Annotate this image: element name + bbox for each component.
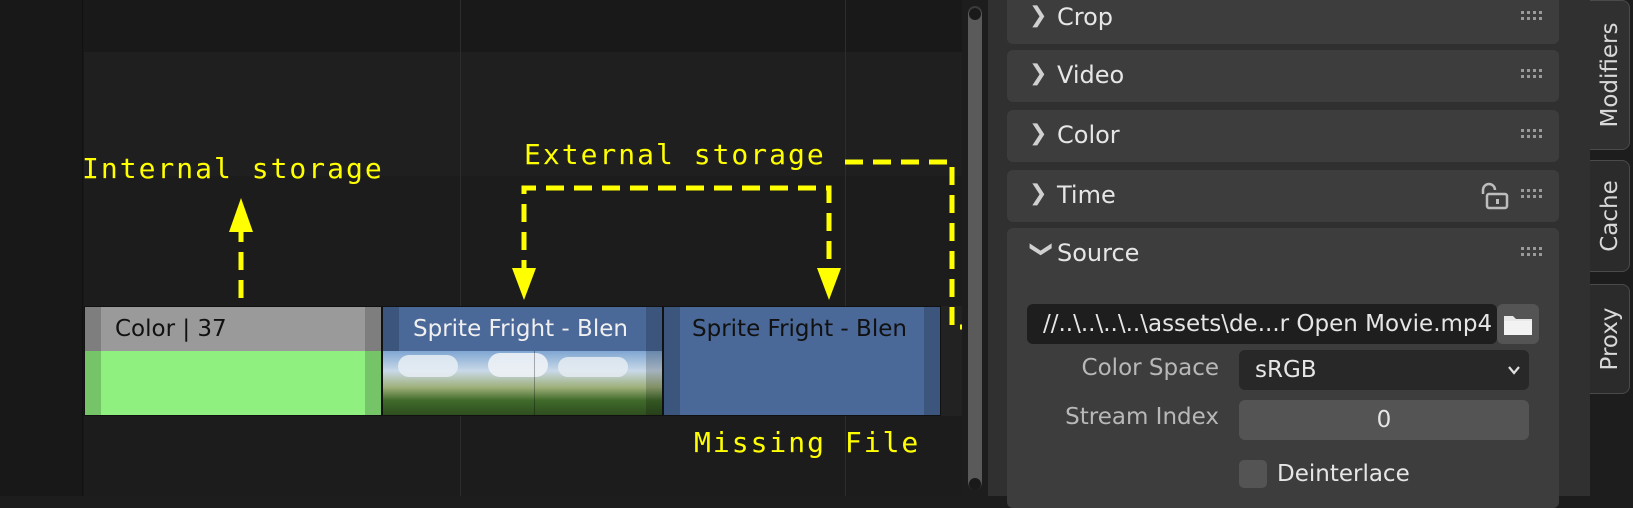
- tab-proxy[interactable]: Proxy: [1590, 284, 1630, 394]
- properties-tab-bar: Modifiers Cache Proxy: [1590, 0, 1633, 496]
- color-space-value: sRGB: [1255, 357, 1317, 383]
- chevron-down-icon: [1508, 366, 1520, 375]
- deinterlace-label: Deinterlace: [1277, 461, 1410, 487]
- stream-index-field[interactable]: 0: [1239, 400, 1529, 440]
- tab-modifiers[interactable]: Modifiers: [1590, 0, 1630, 150]
- panel-title: Source: [1057, 239, 1140, 267]
- file-browse-button[interactable]: [1497, 304, 1539, 344]
- arrow-external-bracket: [521, 185, 832, 278]
- chevron-right-icon: ❯: [1029, 61, 1048, 86]
- drag-grip-icon[interactable]: [1521, 69, 1547, 81]
- tab-label: Cache: [1596, 180, 1623, 252]
- drag-grip-icon[interactable]: [1521, 11, 1547, 23]
- panel-title: Time: [1057, 181, 1116, 209]
- tab-cache[interactable]: Cache: [1590, 160, 1630, 272]
- panel-crop[interactable]: ❯ Crop: [1007, 0, 1559, 44]
- drag-grip-icon[interactable]: [1521, 129, 1547, 141]
- stream-index-label: Stream Index: [1065, 404, 1219, 430]
- panel-color[interactable]: ❯ Color: [1007, 110, 1559, 162]
- arrowhead-down: [512, 268, 536, 300]
- panel-title: Crop: [1057, 3, 1114, 31]
- sequencer-timeline[interactable]: Color | 37 Sprite Fright - Blen Sprite F…: [0, 0, 1020, 496]
- color-space-label: Color Space: [1081, 355, 1219, 381]
- timeline-scrollbar[interactable]: [962, 0, 988, 496]
- scrollbar-cap-bottom[interactable]: [969, 478, 981, 490]
- chevron-right-icon: ❯: [1029, 121, 1048, 146]
- arrowhead-down: [817, 268, 841, 300]
- scrollbar-cap-top[interactable]: [969, 8, 981, 20]
- unlock-icon[interactable]: [1477, 182, 1511, 210]
- panel-source[interactable]: ❯ Source //..\..\..\..\assets\de...r Ope…: [1007, 228, 1559, 508]
- color-space-dropdown[interactable]: sRGB: [1239, 350, 1529, 390]
- drag-grip-icon[interactable]: [1521, 189, 1547, 201]
- drag-grip-icon[interactable]: [1521, 247, 1547, 259]
- chevron-down-icon: ❯: [1029, 240, 1054, 259]
- tab-label: Modifiers: [1596, 22, 1623, 128]
- panel-time[interactable]: ❯ Time: [1007, 170, 1559, 222]
- panel-video[interactable]: ❯ Video: [1007, 50, 1559, 102]
- filepath-field[interactable]: //..\..\..\..\assets\de...r Open Movie.m…: [1027, 304, 1497, 344]
- scrollbar-thumb[interactable]: [968, 8, 982, 488]
- tab-label: Proxy: [1596, 307, 1623, 371]
- chevron-right-icon: ❯: [1029, 181, 1048, 206]
- panel-title: Video: [1057, 61, 1125, 89]
- deinterlace-checkbox[interactable]: [1239, 460, 1267, 488]
- strip-properties-panel: ❯ Crop ❯ Video ❯ Color ❯ Time ❯ Source /…: [988, 0, 1590, 508]
- annotation-arrows: [229, 159, 1020, 339]
- arrowhead-up: [229, 198, 253, 232]
- folder-icon: [1504, 316, 1532, 335]
- panel-title: Color: [1057, 121, 1120, 149]
- chevron-right-icon: ❯: [1029, 3, 1048, 28]
